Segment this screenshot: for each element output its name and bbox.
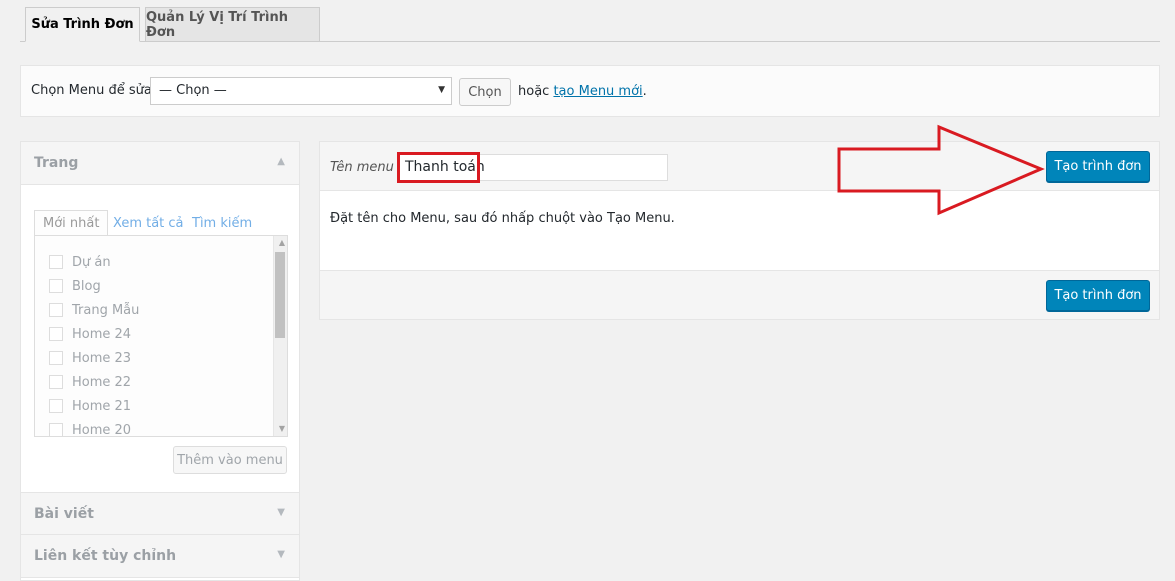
tab-view-all[interactable]: Xem tất cả <box>113 210 184 236</box>
item-label: Home 24 <box>72 326 132 342</box>
triangle-down-icon: ▼ <box>277 507 285 518</box>
checkbox[interactable] <box>49 399 63 413</box>
list-item[interactable]: Home 21 <box>49 395 131 417</box>
item-label: Home 23 <box>72 350 132 366</box>
list-item[interactable]: Home 23 <box>49 347 131 369</box>
highlight-box <box>397 152 480 183</box>
create-menu-button-footer[interactable]: Tạo trình đơn <box>1046 280 1150 311</box>
or-text: hoặc <box>518 84 554 99</box>
item-label: Home 21 <box>72 398 132 414</box>
create-menu-button[interactable]: Tạo trình đơn <box>1046 151 1150 182</box>
item-label: Blog <box>72 278 101 294</box>
menu-select[interactable]: — Chọn — ▼ <box>150 77 452 105</box>
add-menu-items-panel: Trang ▲ Mới nhất Xem tất cả Tìm kiếm Dự … <box>20 141 300 581</box>
checkbox[interactable] <box>49 375 63 389</box>
pages-section-title: Trang <box>34 155 79 171</box>
pages-checklist: Dự án Blog Trang Mẫu Home 24 Home 23 Hom… <box>34 235 288 437</box>
list-item[interactable]: Home 24 <box>49 323 131 345</box>
list-item[interactable]: Dự án <box>49 251 111 273</box>
period-text: . <box>642 84 647 99</box>
checkbox[interactable] <box>49 279 63 293</box>
item-label: Home 22 <box>72 374 132 390</box>
scroll-down-icon[interactable]: ▼ <box>279 424 285 433</box>
create-new-menu-link[interactable]: tạo Menu mới <box>553 84 642 99</box>
checkbox[interactable] <box>49 255 63 269</box>
list-item[interactable]: Home 22 <box>49 371 131 393</box>
triangle-down-icon: ▼ <box>277 549 285 560</box>
select-menu-bar: Chọn Menu để sửa: — Chọn — ▼ Chọn hoặc t… <box>20 65 1160 117</box>
add-to-menu-button[interactable]: Thêm vào menu <box>173 446 287 474</box>
checkbox[interactable] <box>49 303 63 317</box>
menu-instructions: Đặt tên cho Menu, sau đó nhấp chuột vào … <box>330 211 675 226</box>
tab-manage-locations[interactable]: Quản Lý Vị Trí Trình Đơn <box>145 7 320 42</box>
list-item[interactable]: Trang Mẫu <box>49 299 139 321</box>
triangle-down-icon: ▼ <box>438 85 445 95</box>
custom-links-section-title: Liên kết tùy chỉnh <box>34 548 177 564</box>
posts-section-title: Bài viết <box>34 506 94 522</box>
select-menu-label: Chọn Menu để sửa: <box>31 83 157 98</box>
menu-name-label: Tên menu <box>330 160 394 175</box>
tab-most-recent[interactable]: Mới nhất <box>34 210 109 236</box>
pages-inner-tabs: Mới nhất Xem tất cả Tìm kiếm <box>34 210 288 236</box>
list-item[interactable]: Home 20 <box>49 419 132 437</box>
menu-footer: Tạo trình đơn <box>320 270 1159 319</box>
or-create-text: hoặc tạo Menu mới. <box>518 84 647 99</box>
tab-edit-menu[interactable]: Sửa Trình Đơn <box>25 7 140 42</box>
red-arrow-annotation <box>837 124 1045 216</box>
checkbox[interactable] <box>49 423 63 436</box>
item-label: Trang Mẫu <box>72 302 140 318</box>
custom-links-section-header[interactable]: Liên kết tùy chỉnh ▼ <box>21 535 299 578</box>
scrollbar-thumb[interactable] <box>275 252 285 338</box>
pages-section-header[interactable]: Trang ▲ <box>21 142 299 185</box>
tab-search[interactable]: Tìm kiếm <box>192 210 252 236</box>
select-menu-button[interactable]: Chọn <box>459 78 511 106</box>
list-item[interactable]: Blog <box>49 275 101 297</box>
posts-section-header[interactable]: Bài viết ▼ <box>21 492 299 535</box>
list-scrollbar[interactable]: ▲ ▼ <box>273 236 287 436</box>
item-label: Dự án <box>72 254 111 270</box>
triangle-up-icon: ▲ <box>277 156 285 167</box>
menu-select-value: — Chọn — <box>159 83 227 98</box>
checkbox[interactable] <box>49 351 63 365</box>
item-label: Home 20 <box>72 422 132 437</box>
scroll-up-icon[interactable]: ▲ <box>279 238 285 247</box>
checkbox[interactable] <box>49 327 63 341</box>
